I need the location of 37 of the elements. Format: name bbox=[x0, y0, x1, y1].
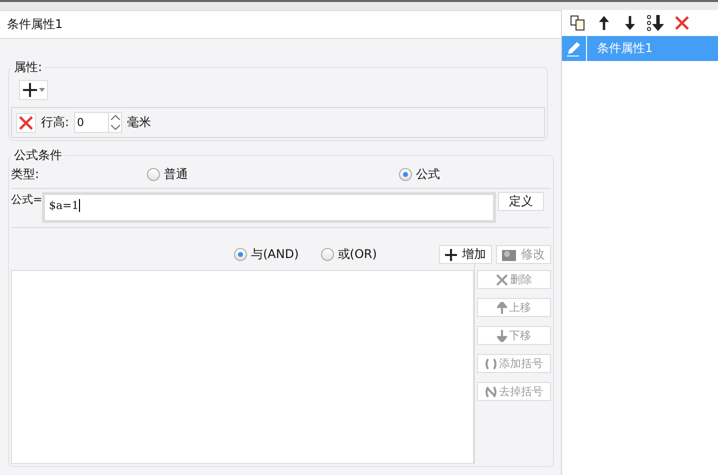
up-arrow-icon bbox=[497, 302, 507, 314]
spin-down-icon bbox=[110, 124, 120, 130]
close-icon bbox=[19, 116, 33, 130]
delete-icon[interactable] bbox=[673, 16, 691, 30]
copy-icon[interactable] bbox=[569, 15, 587, 31]
group-legend: 属性: bbox=[11, 59, 46, 76]
group-legend: 公式条件 bbox=[11, 147, 65, 164]
radio-button[interactable] bbox=[320, 248, 334, 261]
property-label: 行高: bbox=[41, 114, 70, 131]
spin-up-icon bbox=[110, 115, 120, 120]
panel-title: 条件属性1 bbox=[0, 10, 561, 39]
type-label: 类型: bbox=[11, 166, 40, 182]
caret-icon bbox=[38, 88, 44, 92]
radio-label: 或(OR) bbox=[338, 246, 377, 263]
cross-icon bbox=[496, 274, 508, 286]
pencil-icon bbox=[566, 40, 582, 56]
plus-icon bbox=[445, 248, 457, 260]
radio-label: 公式 bbox=[416, 166, 440, 182]
add-dropdown-button[interactable] bbox=[19, 80, 48, 100]
formula-field[interactable]: $a=1 bbox=[42, 192, 496, 223]
number-spinner[interactable]: 0 bbox=[74, 112, 122, 133]
radio-label: 普通 bbox=[164, 166, 188, 182]
formula-label: 公式= bbox=[11, 192, 42, 207]
radio-button[interactable] bbox=[399, 168, 412, 180]
radio-button[interactable] bbox=[234, 248, 247, 261]
unit-label: 毫米 bbox=[127, 114, 152, 131]
define-button[interactable]: 定义 bbox=[498, 192, 544, 211]
condition-list-item[interactable]: 条件属性1 bbox=[562, 36, 718, 61]
radio-label: 与(AND) bbox=[251, 246, 299, 263]
plus-icon bbox=[22, 83, 36, 97]
move-to-bottom-icon[interactable] bbox=[647, 15, 665, 31]
down-arrow-icon bbox=[497, 330, 507, 342]
remove-parentheses-icon bbox=[485, 386, 497, 398]
radio-button[interactable] bbox=[147, 168, 160, 180]
parentheses-icon bbox=[485, 358, 497, 370]
delete-button[interactable] bbox=[16, 112, 36, 132]
condition-button[interactable]: 增加 bbox=[439, 245, 492, 264]
